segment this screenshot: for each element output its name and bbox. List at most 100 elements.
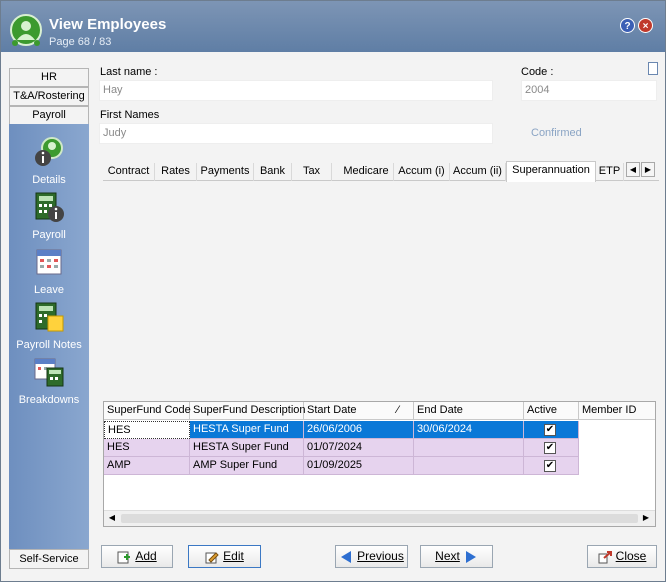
first-names-label: First Names (100, 109, 160, 121)
active-checkbox[interactable]: ✔ (544, 460, 556, 472)
edit-button[interactable]: Edit (188, 545, 261, 568)
employees-app-icon (10, 14, 42, 46)
sidebar-tab-self-service[interactable]: Self-Service (9, 549, 89, 569)
edit-button-label: Edit (223, 549, 244, 563)
sidebar-item-label: Payroll Notes (16, 339, 82, 351)
column-header-superfund-code[interactable]: SuperFund Code (104, 402, 191, 420)
title-bar: View Employees Page 68 / 83 ? × (1, 1, 665, 52)
member-id-cell (579, 457, 655, 475)
tab-tax[interactable]: Tax (292, 163, 332, 181)
close-button-label: Close (615, 549, 647, 563)
arrow-right-icon (465, 550, 476, 563)
end-date-cell (414, 457, 524, 475)
add-icon (117, 551, 131, 564)
next-button-label: Next (435, 549, 460, 563)
start-date-cell: 26/06/2006 (304, 421, 414, 439)
add-button[interactable]: Add (101, 545, 173, 568)
superfund-description-cell: HESTA Super Fund (190, 439, 304, 457)
confirmed-label: Confirmed (531, 127, 582, 139)
member-id-cell (579, 439, 655, 457)
superfund-code-cell: AMP (104, 457, 190, 475)
add-button-label: Add (135, 549, 157, 563)
table-row[interactable]: AMP AMP Super Fund 01/09/2025 ✔ (104, 457, 655, 475)
end-date-cell: 30/06/2024 (414, 421, 524, 439)
sidebar-tab-ta-rostering[interactable]: T&A/Rostering (9, 87, 89, 106)
column-header-active[interactable]: Active (524, 402, 579, 420)
tab-rates[interactable]: Rates (155, 163, 197, 181)
previous-button-label: Previous (357, 549, 404, 563)
sidebar-tab-payroll[interactable]: Payroll (9, 106, 89, 125)
window-title: View Employees (49, 16, 167, 33)
superfund-code-cell[interactable]: HES (104, 421, 190, 439)
calculator-note-icon (35, 302, 64, 332)
arrow-left-icon (341, 550, 352, 563)
tab-accum-i[interactable]: Accum (i) (394, 163, 450, 181)
tab-scroll-right-icon[interactable]: ▶ (641, 162, 655, 177)
scroll-left-icon[interactable]: ◀ (106, 513, 118, 522)
sidebar-item-leave[interactable]: Leave (9, 246, 89, 296)
sidebar-tab-hr[interactable]: HR (9, 68, 89, 87)
calendar-icon (36, 249, 62, 275)
sidebar-item-breakdowns[interactable]: Breakdowns (9, 356, 89, 406)
active-cell: ✔ (524, 439, 579, 457)
tab-contract[interactable]: Contract (103, 163, 155, 181)
superfund-grid: SuperFund Code SuperFund Description Sta… (103, 401, 656, 527)
column-header-label: Start Date (307, 404, 357, 416)
first-names-field[interactable]: Judy (99, 123, 493, 144)
column-header-superfund-description[interactable]: SuperFund Description (190, 402, 306, 420)
tab-strip: Contract Rates Payments Bank Tax Medicar… (103, 161, 659, 182)
grid-horizontal-scrollbar[interactable]: ◀ ▶ (104, 510, 655, 526)
end-date-cell (414, 439, 524, 457)
scroll-right-icon[interactable]: ▶ (640, 513, 652, 522)
sidebar-item-details[interactable]: Details (9, 136, 89, 186)
close-button[interactable]: Close (587, 545, 657, 568)
code-label: Code : (521, 66, 554, 78)
sidebar-item-label: Payroll (32, 229, 66, 241)
tab-medicare[interactable]: Medicare (339, 163, 394, 181)
tab-payments[interactable]: Payments (197, 163, 254, 181)
superfund-description-cell: AMP Super Fund (190, 457, 304, 475)
scroll-thumb[interactable] (121, 514, 638, 523)
table-row[interactable]: HES HESTA Super Fund 26/06/2006 30/06/20… (104, 421, 655, 439)
superfund-description-cell: HESTA Super Fund (190, 421, 304, 439)
active-checkbox[interactable]: ✔ (544, 424, 556, 436)
active-cell: ✔ (524, 457, 579, 475)
column-header-member-id[interactable]: Member ID (579, 402, 655, 420)
sidebar-item-label: Breakdowns (18, 394, 80, 406)
active-checkbox[interactable]: ✔ (544, 442, 556, 454)
sidebar-item-payroll[interactable]: Payroll (9, 191, 89, 241)
close-icon (598, 550, 612, 564)
document-icon[interactable] (648, 62, 658, 75)
start-date-cell: 01/07/2024 (304, 439, 414, 457)
sort-indicator-icon: ⁄ (397, 404, 399, 416)
next-button[interactable]: Next (420, 545, 493, 568)
start-date-cell: 01/09/2025 (304, 457, 414, 475)
help-icon[interactable]: ? (620, 18, 635, 33)
active-cell: ✔ (524, 421, 579, 439)
last-name-field[interactable]: Hay (99, 80, 493, 101)
view-employees-window: View Employees Page 68 / 83 ? × HR T&A/R… (0, 0, 666, 582)
page-indicator: Page 68 / 83 (49, 36, 112, 48)
sidebar-item-label: Leave (34, 284, 64, 296)
table-row[interactable]: HES HESTA Super Fund 01/07/2024 ✔ (104, 439, 655, 457)
superfund-code-cell: HES (104, 439, 190, 457)
column-header-start-date[interactable]: Start Date ⁄ (304, 402, 414, 420)
column-header-end-date[interactable]: End Date (414, 402, 524, 420)
close-window-icon[interactable]: × (638, 18, 653, 33)
user-info-icon (35, 137, 63, 166)
calculator-info-icon (35, 192, 64, 222)
tab-accum-ii[interactable]: Accum (ii) (450, 163, 506, 181)
code-field[interactable]: 2004 (521, 80, 657, 101)
edit-icon (205, 552, 219, 564)
previous-button[interactable]: Previous (335, 545, 408, 568)
member-id-cell (579, 421, 655, 439)
grid-header: SuperFund Code SuperFund Description Sta… (104, 402, 655, 420)
sidebar-item-payroll-notes[interactable]: Payroll Notes (9, 301, 89, 351)
tab-bank[interactable]: Bank (254, 163, 292, 181)
tab-etp[interactable]: ETP (596, 163, 624, 181)
tab-superannuation[interactable]: Superannuation (506, 161, 596, 182)
calendar-calculator-icon (34, 358, 64, 387)
payroll-side-panel: Details Payroll Leave Payroll Notes Brea… (9, 124, 89, 549)
sidebar-item-label: Details (32, 174, 66, 186)
tab-scroll-left-icon[interactable]: ◀ (626, 162, 640, 177)
